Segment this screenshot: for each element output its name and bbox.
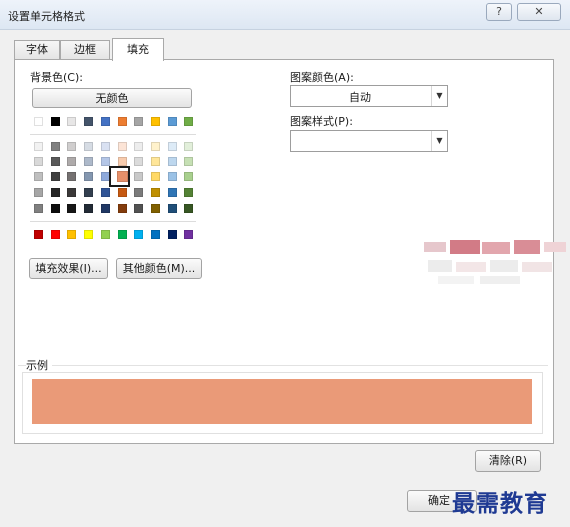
pattern-color-value: 自动: [349, 91, 371, 104]
chevron-down-icon[interactable]: ▼: [431, 131, 447, 151]
shade-color-swatch[interactable]: [84, 157, 94, 166]
standard-color-swatch[interactable]: [134, 230, 144, 239]
shade-color-swatch[interactable]: [167, 204, 177, 213]
shade-color-swatch[interactable]: [134, 172, 144, 181]
shade-color-swatch[interactable]: [34, 142, 43, 151]
watermark-text: 最需教育: [452, 490, 548, 517]
shade-color-swatch[interactable]: [50, 172, 60, 181]
shade-color-swatch[interactable]: [150, 142, 160, 151]
standard-color-swatch[interactable]: [100, 230, 110, 239]
standard-color-swatch[interactable]: [117, 230, 127, 239]
shade-color-swatch[interactable]: [34, 157, 43, 166]
pattern-color-label: 图案颜色(A):: [290, 71, 354, 84]
shade-color-swatch[interactable]: [167, 142, 177, 151]
shade-color-swatch[interactable]: [67, 142, 77, 151]
shade-color-swatch[interactable]: [117, 204, 127, 213]
standard-color-swatch[interactable]: [167, 230, 177, 239]
shade-color-swatch[interactable]: [150, 157, 160, 166]
theme-color-swatch[interactable]: [184, 117, 194, 126]
theme-color-swatch[interactable]: [67, 117, 77, 126]
sample-label: 示例: [26, 357, 52, 373]
shade-color-swatch[interactable]: [100, 142, 110, 151]
shade-color-swatch[interactable]: [84, 172, 94, 181]
shade-color-swatch[interactable]: [117, 188, 127, 197]
shade-color-swatch[interactable]: [167, 157, 177, 166]
shade-color-swatch[interactable]: [100, 157, 110, 166]
shade-color-swatch[interactable]: [184, 172, 194, 181]
help-button[interactable]: ?: [486, 3, 512, 21]
shade-color-swatch[interactable]: [84, 204, 94, 213]
shade-color-swatch[interactable]: [184, 142, 194, 151]
close-button[interactable]: ✕: [517, 3, 561, 21]
title-bar: 设置单元格格式 ? ✕: [0, 0, 570, 30]
shade-color-swatch[interactable]: [34, 172, 43, 181]
shade-color-swatch[interactable]: [134, 157, 144, 166]
shade-color-swatch[interactable]: [117, 157, 127, 166]
tab-border[interactable]: 边框: [60, 40, 110, 60]
theme-color-swatch[interactable]: [84, 117, 94, 126]
shade-color-swatch[interactable]: [150, 172, 160, 181]
shade-color-swatch[interactable]: [167, 172, 177, 181]
shade-color-swatch[interactable]: [150, 188, 160, 197]
shade-color-swatch[interactable]: [67, 157, 77, 166]
shade-color-swatch[interactable]: [50, 188, 60, 197]
shade-color-swatch[interactable]: [67, 204, 77, 213]
fill-effects-button[interactable]: 填充效果(I)...: [29, 258, 108, 279]
shade-color-swatch[interactable]: [134, 142, 144, 151]
standard-color-swatch[interactable]: [150, 230, 160, 239]
shade-color-swatch[interactable]: [150, 204, 160, 213]
shade-color-swatch[interactable]: [184, 204, 194, 213]
shade-color-swatch[interactable]: [50, 204, 60, 213]
theme-color-swatch[interactable]: [50, 117, 60, 126]
standard-color-swatch[interactable]: [50, 230, 60, 239]
shade-color-swatch[interactable]: [100, 204, 110, 213]
theme-color-swatch[interactable]: [100, 117, 110, 126]
theme-color-swatch[interactable]: [167, 117, 177, 126]
selected-color-frame: [109, 166, 130, 187]
shade-color-swatch[interactable]: [84, 188, 94, 197]
theme-color-swatch[interactable]: [150, 117, 160, 126]
shade-color-swatch[interactable]: [184, 157, 194, 166]
more-colors-button[interactable]: 其他颜色(M)...: [116, 258, 202, 279]
shade-color-swatch[interactable]: [117, 142, 127, 151]
background-color-label: 背景色(C):: [30, 71, 83, 84]
shade-color-swatch[interactable]: [67, 188, 77, 197]
redacted-region: [418, 236, 570, 288]
pattern-style-select[interactable]: ▼: [290, 130, 448, 152]
standard-color-swatch[interactable]: [184, 230, 194, 239]
shade-color-swatch[interactable]: [134, 188, 144, 197]
sample-preview: [32, 379, 532, 424]
shade-color-swatch[interactable]: [50, 142, 60, 151]
shade-color-swatch[interactable]: [167, 188, 177, 197]
shade-color-swatch[interactable]: [84, 142, 94, 151]
standard-color-swatch[interactable]: [67, 230, 77, 239]
clear-button[interactable]: 清除(R): [475, 450, 541, 472]
standard-color-swatch[interactable]: [84, 230, 94, 239]
shade-color-swatch[interactable]: [34, 188, 43, 197]
palette-divider: [30, 134, 196, 135]
tab-fill[interactable]: 填充: [112, 38, 164, 61]
sample-divider: [18, 365, 548, 366]
shade-color-swatch[interactable]: [184, 188, 194, 197]
theme-color-swatch[interactable]: [117, 117, 127, 126]
pattern-color-select[interactable]: 自动 ▼: [290, 85, 448, 107]
shade-color-swatch[interactable]: [100, 188, 110, 197]
no-color-button[interactable]: 无颜色: [32, 88, 192, 108]
palette-divider: [30, 221, 196, 222]
shade-color-swatch[interactable]: [50, 157, 60, 166]
tab-font[interactable]: 字体: [14, 40, 60, 60]
pattern-style-label: 图案样式(P):: [290, 115, 353, 128]
window-title: 设置单元格格式: [8, 10, 85, 23]
theme-color-swatch[interactable]: [34, 117, 43, 126]
shade-color-swatch[interactable]: [34, 204, 43, 213]
standard-color-swatch[interactable]: [34, 230, 43, 239]
chevron-down-icon[interactable]: ▼: [431, 86, 447, 106]
theme-color-swatch[interactable]: [134, 117, 144, 126]
shade-color-swatch[interactable]: [134, 204, 144, 213]
shade-color-swatch[interactable]: [67, 172, 77, 181]
